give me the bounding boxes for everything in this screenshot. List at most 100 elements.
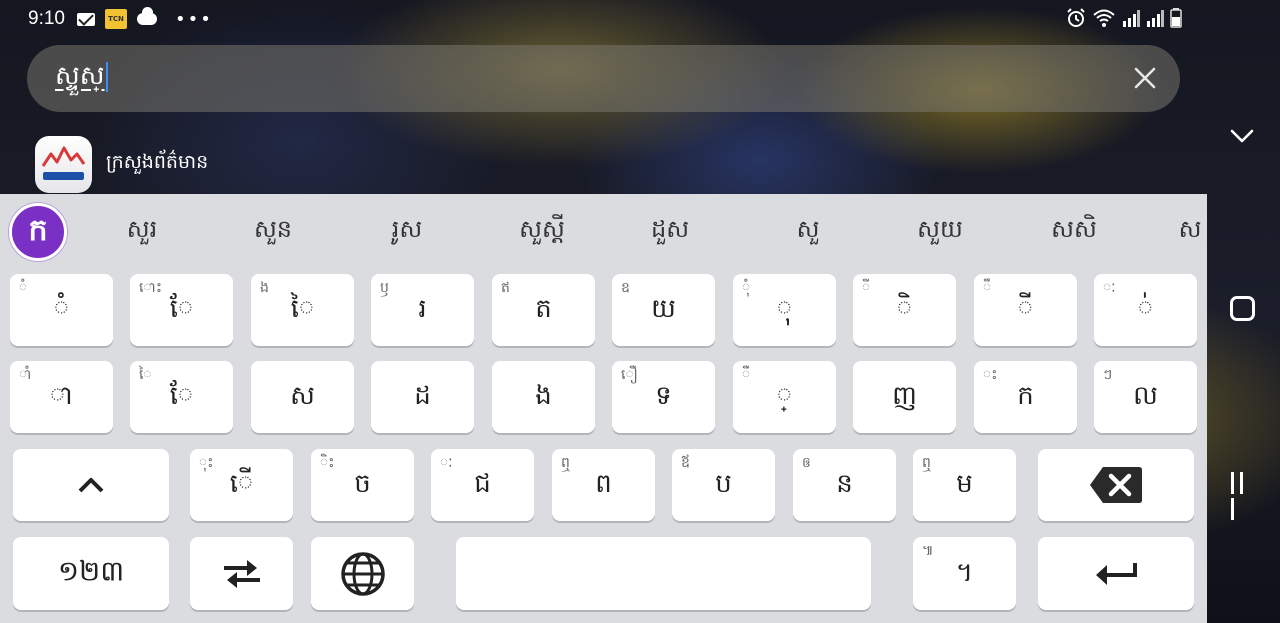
key-row2-3[interactable]: ដ — [371, 361, 474, 433]
space-key[interactable] — [456, 537, 871, 610]
key-row2-9[interactable]: ៗល — [1094, 361, 1197, 433]
app-icon — [35, 135, 92, 193]
key-row2-4[interactable]: ង — [492, 361, 595, 433]
cloud-icon — [136, 7, 157, 25]
key-row3-6[interactable]: ឮម — [913, 449, 1016, 521]
home-icon[interactable] — [1230, 296, 1255, 321]
search-input[interactable]: ស្ទួស្ — [55, 59, 108, 97]
suggestion-item[interactable]: សសិ — [1051, 214, 1097, 249]
key-row1-8[interactable]: ឹី — [974, 274, 1077, 346]
key-primary-char: យ — [651, 294, 676, 324]
globe-key[interactable] — [311, 537, 414, 610]
key-primary-char: ា — [50, 381, 73, 411]
numbers-key[interactable]: ១២៣ — [13, 537, 169, 610]
status-icons-right — [1066, 8, 1182, 28]
key-primary-char: ី — [1017, 294, 1034, 324]
key-primary-char: ព — [595, 469, 612, 499]
key-primary-char: ស — [290, 381, 315, 411]
key-primary-char: ច — [354, 469, 371, 499]
tcn-icon: TCN — [104, 9, 127, 29]
key-row1-6[interactable]: ុំុ — [733, 274, 836, 346]
status-time: 9:10 — [28, 8, 65, 29]
swap-icon — [223, 559, 260, 588]
suggestion-item[interactable]: ដួស — [651, 214, 689, 249]
status-icons-left: TCN ••• — [76, 7, 213, 30]
suggestion-item[interactable]: សួន — [254, 214, 292, 249]
key-primary-char: ល — [1133, 381, 1158, 411]
battery-icon — [1170, 8, 1182, 28]
key-primary-char: ែ — [169, 381, 194, 411]
pulse-graph-icon — [41, 146, 86, 167]
chevron-up-icon — [78, 478, 104, 493]
key-row2-7[interactable]: ញ — [853, 361, 956, 433]
key-primary-char: ្ — [776, 381, 793, 411]
keyboard: ក សួរ សួន រូស សួស្តី ដួស សួ សួយ សសិសំំោះែងៃឫរឥត… — [0, 194, 1207, 623]
key-primary-char: ់ — [1137, 294, 1154, 324]
suggestion-item[interactable]: សួស្តី — [519, 214, 565, 249]
key-primary-char: ញ — [892, 381, 917, 411]
suggestion-item[interactable]: សួរ — [127, 214, 157, 249]
key-primary-char: ប — [715, 469, 732, 499]
key-row3-0[interactable]: ុះើ — [190, 449, 293, 521]
enter-key[interactable] — [1038, 537, 1194, 610]
key-row1-4[interactable]: ឥត — [492, 274, 595, 346]
key-row2-6[interactable]: ឺ្ — [733, 361, 836, 433]
key-row2-5[interactable]: ឿទ — [612, 361, 715, 433]
backspace-icon — [1090, 467, 1142, 503]
key-row1-5[interactable]: ឧយ — [612, 274, 715, 346]
app-icon-band — [43, 171, 84, 180]
search-result[interactable]: ក្រសួងព័ត៌មាន — [35, 135, 209, 193]
key-row1-1[interactable]: ោះែ — [130, 274, 233, 346]
numbers-key-label: ១២៣ — [57, 554, 125, 587]
key-row2-0[interactable]: ាំា — [10, 361, 113, 433]
suggestion-item[interactable]: សួយ — [917, 214, 963, 249]
key-primary-char: ែ — [169, 294, 194, 324]
status-bar: 9:10 TCN ••• — [0, 0, 1280, 38]
language-switch-key[interactable] — [190, 537, 293, 610]
key-primary-char: ើ — [229, 469, 254, 499]
key-row3-4[interactable]: ឪប — [672, 449, 775, 521]
key-row2-2[interactable]: ស — [251, 361, 354, 433]
shift-key[interactable] — [13, 449, 169, 521]
suggestion-item[interactable]: សួ — [797, 214, 820, 249]
key-row1-2[interactable]: ងៃ — [251, 274, 354, 346]
key-row1-0[interactable]: ំំ — [10, 274, 113, 346]
keyboard-logo[interactable]: ក — [9, 203, 67, 261]
result-label: ក្រសួងព័ត៌មាន — [106, 151, 209, 173]
mail-icon — [76, 12, 95, 26]
key-primary-char: ត — [535, 294, 552, 324]
key-primary-char: រ — [418, 294, 427, 324]
signal-icon — [1123, 10, 1140, 27]
globe-icon — [340, 551, 385, 596]
suggestion-item[interactable]: រូស — [392, 214, 422, 249]
period-key[interactable]: ៕។ — [913, 537, 1016, 610]
close-icon[interactable] — [1132, 65, 1158, 91]
key-row2-8[interactable]: ះក — [974, 361, 1077, 433]
key-row2-1[interactable]: ៃែ — [130, 361, 233, 433]
wifi-icon — [1093, 9, 1115, 27]
key-row1-3[interactable]: ឫរ — [371, 274, 474, 346]
key-primary-char: ិ — [896, 294, 913, 324]
key-primary-char: ក — [1017, 381, 1034, 411]
chevron-down-icon[interactable] — [1228, 122, 1256, 150]
signal-icon — [1147, 10, 1164, 27]
key-primary-char: ជ — [474, 469, 491, 499]
key-row1-7[interactable]: ីិ — [853, 274, 956, 346]
key-row3-2[interactable]: ៈជ — [431, 449, 534, 521]
search-bar[interactable]: ស្ទួស្ — [27, 45, 1180, 112]
enter-icon — [1096, 562, 1137, 585]
recents-icon[interactable] — [1231, 472, 1255, 520]
key-row3-5[interactable]: ឲន — [793, 449, 896, 521]
more-icon: ••• — [174, 8, 213, 30]
key-primary-char: ម — [956, 469, 973, 499]
key-primary-char: ំ — [53, 294, 70, 324]
key-primary-char: ។ — [955, 558, 974, 588]
key-primary-char: ទ — [655, 381, 672, 411]
key-primary-char: ុ — [776, 294, 793, 324]
key-row3-3[interactable]: ឮព — [552, 449, 655, 521]
backspace-key[interactable] — [1038, 449, 1194, 521]
key-row3-1[interactable]: ិះច — [311, 449, 414, 521]
key-primary-char: ង — [535, 381, 552, 411]
key-row1-9[interactable]: ៈ់ — [1094, 274, 1197, 346]
suggestion-item[interactable]: ស — [1179, 214, 1202, 249]
